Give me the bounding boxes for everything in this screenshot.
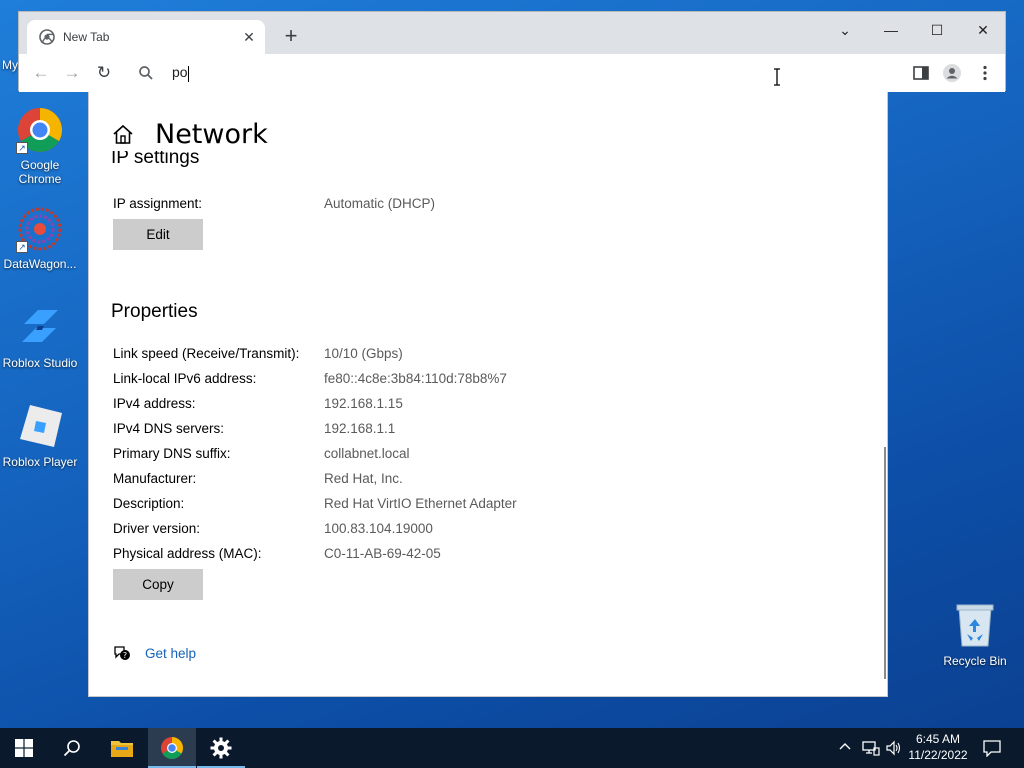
desktop-icon-label: Roblox Studio: [2, 356, 78, 370]
property-value: C0-11-AB-69-42-05: [324, 546, 441, 561]
ip-settings-title: IP settings: [111, 151, 200, 168]
home-icon[interactable]: [111, 123, 135, 147]
reload-icon[interactable]: ↻: [93, 62, 115, 84]
property-label: Manufacturer:: [113, 471, 197, 486]
search-icon: [63, 740, 80, 757]
network-icon[interactable]: [862, 740, 880, 759]
property-label: Link-local IPv6 address:: [113, 371, 257, 386]
taskbar: 6:45 AM 11/22/2022: [0, 728, 1024, 768]
property-value: Red Hat, Inc.: [324, 471, 403, 486]
chrome-icon: ↗: [16, 106, 64, 154]
property-value: fe80::4c8e:3b84:110d:78b8%7: [324, 371, 507, 386]
minimize-button[interactable]: —: [876, 18, 906, 42]
property-value: collabnet.local: [324, 446, 410, 461]
browser-window: New Tab ✕ + ⌄ — ☐ ✕ ← → ↻ po: [18, 11, 1006, 92]
property-value: 192.168.1.15: [324, 396, 403, 411]
clock-time: 6:45 AM: [915, 732, 961, 746]
desktop-icon-google-chrome[interactable]: ↗ Google Chrome: [0, 106, 80, 186]
property-value: 10/10 (Gbps): [324, 346, 403, 361]
property-label: Description:: [113, 496, 185, 511]
address-bar[interactable]: po: [121, 54, 905, 92]
forward-arrow-icon[interactable]: →: [61, 62, 83, 84]
desktop-icon-recycle-bin[interactable]: Recycle Bin: [940, 602, 1010, 668]
tab-search-icon[interactable]: ⌄: [830, 18, 860, 42]
gear-icon: [210, 737, 232, 759]
side-panel-icon[interactable]: [911, 63, 931, 83]
datawagon-icon: ↗: [16, 205, 64, 253]
desktop-icon-roblox-studio[interactable]: Roblox Studio: [0, 304, 80, 370]
taskbar-file-explorer[interactable]: [98, 728, 146, 768]
desktop-icon-label: DataWagon...: [3, 257, 77, 271]
settings-window: Network IP settings IP assignment: Autom…: [88, 88, 888, 697]
ip-assignment-value: Automatic (DHCP): [324, 196, 436, 211]
svg-text:?: ?: [123, 651, 127, 660]
properties-title: Properties: [111, 301, 198, 322]
shortcut-arrow-icon: ↗: [16, 142, 28, 154]
profile-avatar-icon[interactable]: [942, 63, 962, 83]
browser-tab[interactable]: New Tab ✕: [27, 20, 265, 54]
tab-title: New Tab: [63, 30, 110, 44]
tray-chevron-icon[interactable]: [838, 740, 852, 757]
system-clock[interactable]: 6:45 AM 11/22/2022: [904, 731, 972, 763]
property-label: Driver version:: [113, 521, 201, 536]
text-caret: [187, 65, 189, 82]
menu-kebab-icon[interactable]: [975, 63, 995, 83]
notifications-icon[interactable]: [983, 739, 1001, 760]
taskbar-search-button[interactable]: [48, 728, 96, 768]
property-value: Red Hat VirtIO Ethernet Adapter: [324, 496, 517, 511]
property-label: Physical address (MAC):: [113, 546, 262, 561]
property-label: Primary DNS suffix:: [113, 446, 231, 461]
recycle-bin-icon: [953, 602, 997, 648]
maximize-button[interactable]: ☐: [922, 18, 952, 42]
desktop-icon-partial-label[interactable]: My: [2, 58, 18, 72]
ip-assignment-label: IP assignment:: [113, 196, 203, 211]
taskbar-chrome[interactable]: [148, 728, 196, 768]
back-arrow-icon[interactable]: ←: [30, 62, 52, 84]
property-value: 192.168.1.1: [324, 421, 396, 436]
property-value: 100.83.104.19000: [324, 521, 433, 536]
edit-button[interactable]: Edit: [113, 219, 203, 250]
page-title: Network: [155, 119, 268, 150]
property-label: IPv4 DNS servers:: [113, 421, 225, 436]
clock-date: 11/22/2022: [908, 748, 968, 762]
desktop-icon-label: Recycle Bin: [943, 654, 1007, 668]
close-button[interactable]: ✕: [968, 18, 998, 42]
folder-icon: [111, 741, 133, 757]
chrome-icon: [161, 737, 183, 759]
search-icon: [139, 66, 153, 80]
chrome-favicon-icon: [39, 29, 55, 45]
property-label: Link speed (Receive/Transmit):: [113, 346, 300, 361]
browser-toolbar: ← → ↻ po: [19, 54, 1005, 92]
volume-icon[interactable]: [885, 740, 901, 759]
text-cursor-icon: [774, 68, 780, 86]
desktop-icon-label: Roblox Player: [2, 455, 78, 469]
address-input[interactable]: po: [172, 64, 772, 82]
taskbar-settings[interactable]: [197, 728, 245, 768]
roblox-studio-icon: [16, 304, 64, 352]
tab-close-icon[interactable]: ✕: [239, 29, 259, 46]
copy-button[interactable]: Copy: [113, 569, 203, 600]
windows-logo-icon: [15, 739, 33, 757]
get-help-text[interactable]: Get help: [145, 646, 196, 661]
roblox-player-icon: [16, 403, 64, 451]
desktop-icon-label: Google Chrome: [18, 158, 62, 186]
start-button[interactable]: [0, 728, 48, 768]
shortcut-arrow-icon: ↗: [16, 241, 28, 253]
settings-header: Network: [111, 119, 268, 150]
get-help-link[interactable]: ? Get help: [113, 644, 196, 662]
new-tab-button[interactable]: +: [279, 24, 303, 48]
property-label: IPv4 address:: [113, 396, 196, 411]
help-chat-icon: ?: [114, 646, 130, 660]
scrollbar-thumb[interactable]: [884, 447, 886, 679]
desktop-icon-roblox-player[interactable]: Roblox Player: [0, 403, 80, 469]
desktop-icon-datawagon[interactable]: ↗ DataWagon...: [0, 205, 80, 271]
